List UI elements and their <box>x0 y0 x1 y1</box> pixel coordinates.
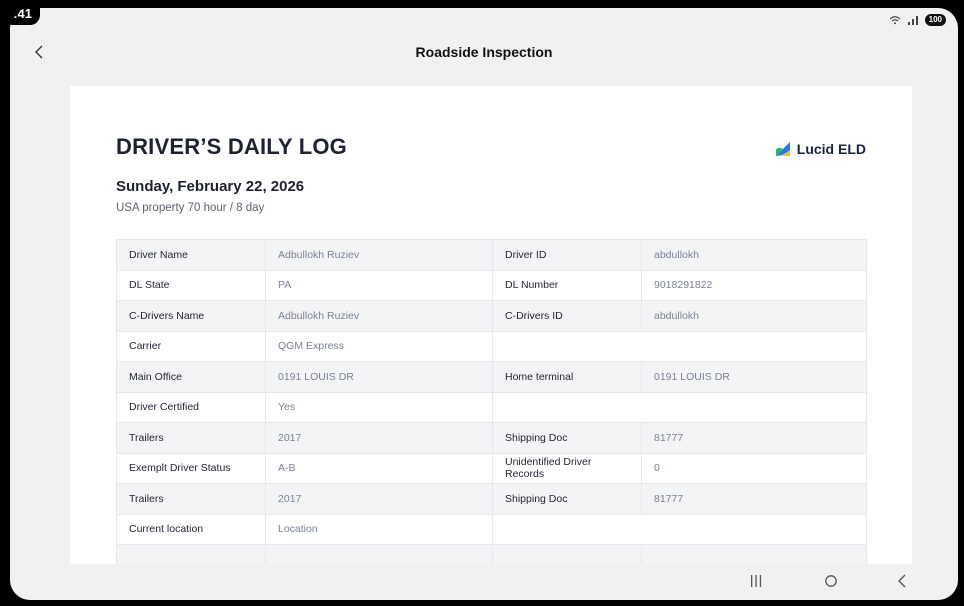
page-title: Roadside Inspection <box>415 44 553 60</box>
table-row <box>116 544 867 564</box>
row-value: 9018291822 <box>641 269 867 301</box>
row-value: 0191 LOUIS DR <box>265 361 493 393</box>
battery-icon: 100 <box>924 14 946 26</box>
row-label: Unidentified Driver Records <box>492 452 642 484</box>
status-time: 9:41 <box>10 8 41 25</box>
row-label: Carrier <box>116 330 266 362</box>
row-value: QGM Express <box>265 330 493 362</box>
row-label: Trailers <box>116 422 266 454</box>
row-value: 0 <box>641 452 867 484</box>
row-label: Shipping Doc <box>492 422 642 454</box>
row-label: Driver ID <box>492 239 642 271</box>
table-row: Carrier QGM Express <box>116 330 867 362</box>
row-value <box>641 544 867 564</box>
row-value: Adbullokh Ruziev <box>265 239 493 271</box>
nav-back-icon[interactable] <box>895 573 909 589</box>
row-value: 0191 LOUIS DR <box>641 361 867 393</box>
row-value: 2017 <box>265 483 493 515</box>
device-frame: 9:41 100 Roadside Inspection <box>0 0 964 606</box>
ruleset-label: USA property 70 hour / 8 day <box>116 202 265 214</box>
lucid-logo-icon <box>775 142 790 156</box>
wifi-icon <box>889 16 901 25</box>
screen: 9:41 100 Roadside Inspection <box>10 8 958 600</box>
row-label <box>492 544 642 564</box>
top-bar: Roadside Inspection <box>10 34 958 70</box>
row-label: Driver Name <box>116 239 266 271</box>
row-label: C-Drivers Name <box>116 300 266 332</box>
signal-icon <box>907 16 918 25</box>
brand-logo: Lucid ELD <box>774 140 866 158</box>
row-label: Home terminal <box>492 361 642 393</box>
row-label: Driver Certified <box>116 391 266 423</box>
row-label: Exemplt Driver Status <box>116 452 266 484</box>
status-bar: 9:41 100 <box>10 8 958 30</box>
row-label: Trailers <box>116 483 266 515</box>
row-value: abdullokh <box>641 239 867 271</box>
table-row: Trailers 2017 Shipping Doc 81777 <box>116 483 867 515</box>
table-row: Current location Location <box>116 513 867 545</box>
table-row: C-Drivers Name Adbullokh Ruziev C-Driver… <box>116 300 867 332</box>
table-row: Driver Certified Yes <box>116 391 867 423</box>
row-label: DL State <box>116 269 266 301</box>
row-empty <box>492 391 867 423</box>
table-row: DL State PA DL Number 9018291822 <box>116 269 867 301</box>
row-value: 81777 <box>641 422 867 454</box>
status-icons: 100 <box>889 14 946 26</box>
table-row: Trailers 2017 Shipping Doc 81777 <box>116 422 867 454</box>
row-value: Location <box>265 513 493 545</box>
row-label: Main Office <box>116 361 266 393</box>
row-value: 81777 <box>641 483 867 515</box>
row-label: C-Drivers ID <box>492 300 642 332</box>
row-value: A-B <box>265 452 493 484</box>
brand-name: Lucid ELD <box>796 141 866 157</box>
row-label: Shipping Doc <box>492 483 642 515</box>
row-value: abdullokh <box>641 300 867 332</box>
row-value <box>265 544 493 564</box>
log-date: Sunday, February 22, 2026 <box>116 178 305 195</box>
table-row: Main Office 0191 LOUIS DR Home terminal … <box>116 361 867 393</box>
driver-info-table: Driver Name Adbullokh Ruziev Driver ID a… <box>116 239 867 564</box>
row-value: 2017 <box>265 422 493 454</box>
row-empty <box>492 513 867 545</box>
table-row: Exemplt Driver Status A-B Unidentified D… <box>116 452 867 484</box>
row-value: PA <box>265 269 493 301</box>
table-row: Driver Name Adbullokh Ruziev Driver ID a… <box>116 239 867 271</box>
row-label: Current location <box>116 513 266 545</box>
daily-log-document: DRIVER’S DAILY LOG Lucid ELD Sunday, Feb… <box>70 86 912 564</box>
row-label: DL Number <box>492 269 642 301</box>
row-label <box>116 544 266 564</box>
home-icon[interactable] <box>824 574 838 588</box>
row-value: Yes <box>265 391 493 423</box>
row-value: Adbullokh Ruziev <box>265 300 493 332</box>
document-title: DRIVER’S DAILY LOG <box>116 134 347 159</box>
recent-apps-icon[interactable] <box>748 574 764 588</box>
system-nav-bar <box>10 564 958 600</box>
row-empty <box>492 330 867 362</box>
